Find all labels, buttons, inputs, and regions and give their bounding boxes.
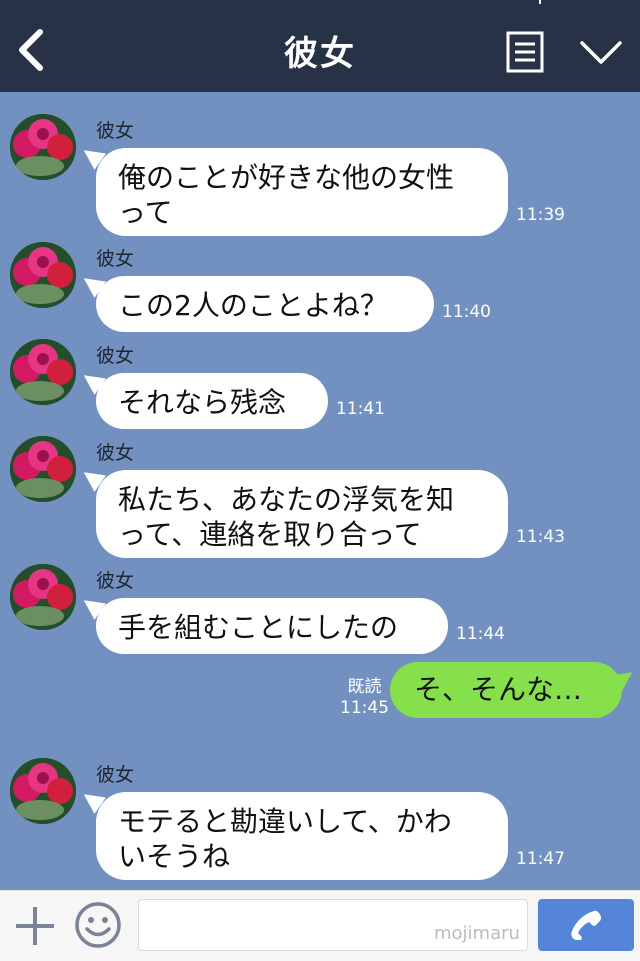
status-bar-fragment <box>539 0 541 4</box>
message-text: って、連絡を取り合って <box>118 518 422 551</box>
message-time: 11:39 <box>516 205 565 225</box>
chat-header: 彼女 <box>0 0 640 92</box>
phone-icon <box>571 910 602 940</box>
message-text: って <box>118 196 173 229</box>
message-text: 私たち、あなたの浮気を知 <box>118 483 455 516</box>
read-receipt: 既読 11:45 <box>340 677 389 719</box>
avatar[interactable] <box>10 564 76 630</box>
sender-name: 彼女 <box>96 764 135 786</box>
message-bubble[interactable]: それなら残念 <box>96 373 328 429</box>
sent-message-bubble[interactable]: そ、そんな… <box>390 662 622 718</box>
message-time: 11:43 <box>516 527 565 547</box>
avatar[interactable] <box>10 758 76 824</box>
message-time: 11:47 <box>516 849 565 869</box>
call-button[interactable] <box>538 899 634 951</box>
message-bubble[interactable]: この2人のことよね？ <box>96 276 434 332</box>
plus-icon[interactable] <box>14 905 56 947</box>
message-bubble[interactable]: 手を組むことにしたの <box>96 598 448 654</box>
watermark: mojimaru <box>434 923 520 944</box>
page-title: 彼女 <box>284 34 356 74</box>
message-text: それなら残念 <box>118 386 287 419</box>
sender-name: 彼女 <box>96 345 135 367</box>
read-label: 既読 <box>347 677 382 697</box>
avatar[interactable] <box>10 339 76 405</box>
message-text: 手を組むことにしたの <box>118 611 399 644</box>
input-bar <box>0 890 640 961</box>
smile-icon[interactable] <box>74 901 122 949</box>
message-bubble[interactable]: モテると勘違いして、かわ いそうね <box>96 792 508 880</box>
message-bubble[interactable]: 俺のことが好きな他の女性 って <box>96 148 508 236</box>
avatar[interactable] <box>10 436 76 502</box>
chevron-down-icon[interactable] <box>580 40 622 66</box>
avatar[interactable] <box>10 114 76 180</box>
message-text: 俺のことが好きな他の女性 <box>118 161 455 194</box>
message-text: そ、そんな… <box>414 673 583 706</box>
sender-name: 彼女 <box>96 248 135 270</box>
avatar[interactable] <box>10 242 76 308</box>
message-text: この2人のことよね？ <box>118 289 388 322</box>
message-time: 11:44 <box>456 624 505 644</box>
message-text: いそうね <box>118 840 231 873</box>
notes-icon[interactable] <box>506 31 544 73</box>
sender-name: 彼女 <box>96 442 135 464</box>
sender-name: 彼女 <box>96 570 135 592</box>
message-time: 11:45 <box>340 698 389 718</box>
message-bubble[interactable]: 私たち、あなたの浮気を知 って、連絡を取り合って <box>96 470 508 558</box>
message-time: 11:41 <box>336 399 385 419</box>
sender-name: 彼女 <box>96 120 135 142</box>
message-time: 11:40 <box>442 302 491 322</box>
message-text: モテると勘違いして、かわ <box>118 805 452 838</box>
